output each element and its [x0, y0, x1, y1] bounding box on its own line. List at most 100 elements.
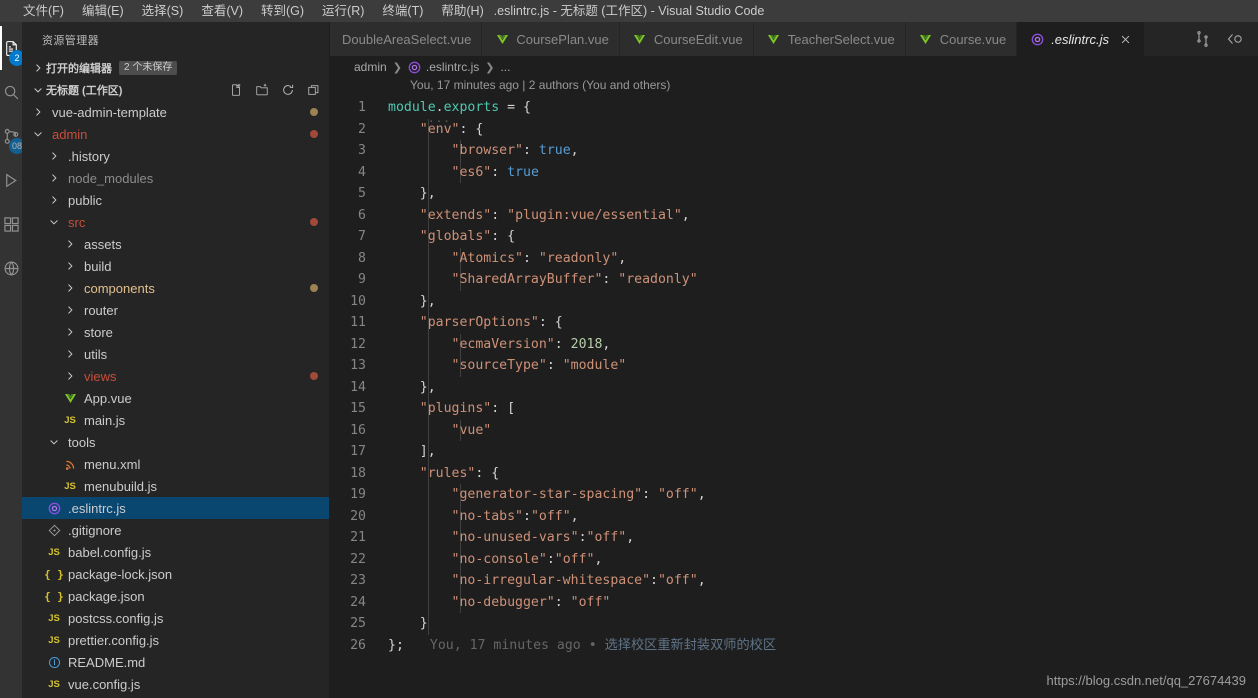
code-lens[interactable]: You, 17 minutes ago | 2 authors (You and…	[330, 78, 1258, 97]
code-line[interactable]: 24 "no-debugger": "off"	[330, 592, 1258, 614]
workspace-section[interactable]: 无标题 (工作区)	[22, 79, 330, 101]
chevron-right-icon[interactable]	[46, 170, 62, 186]
chevron-down-icon[interactable]	[30, 126, 46, 142]
tree-file-row[interactable]: .gitignore	[22, 519, 330, 541]
chevron-down-icon[interactable]	[46, 214, 62, 230]
chevron-right-icon[interactable]	[62, 324, 78, 340]
tree-folder-row[interactable]: src	[22, 211, 330, 233]
tree-file-row[interactable]: README.md	[22, 651, 330, 673]
editor-tab[interactable]: CoursePlan.vue	[482, 22, 620, 56]
new-folder-icon[interactable]	[254, 82, 270, 98]
tree-folder-row[interactable]: build	[22, 255, 330, 277]
menu-item-5[interactable]: 运行(R)	[313, 0, 373, 22]
activity-source-control[interactable]: 08	[0, 114, 22, 158]
code-line[interactable]: 18 "rules": {	[330, 463, 1258, 485]
tree-file-row[interactable]: JS prettier.config.js	[22, 629, 330, 651]
editor-tab[interactable]: CourseEdit.vue	[619, 22, 754, 56]
breadcrumb-item-symbol[interactable]: ...	[500, 60, 510, 74]
open-editors-section[interactable]: 打开的编辑器 2 个未保存	[22, 57, 330, 79]
code-line[interactable]: 23 "no-irregular-whitespace":"off",	[330, 570, 1258, 592]
chevron-right-icon[interactable]	[62, 368, 78, 384]
chevron-right-icon[interactable]	[46, 148, 62, 164]
file-tree[interactable]: vue-admin-template admin .history node_modu…	[22, 101, 330, 698]
activity-run-debug[interactable]	[0, 158, 22, 202]
code-line[interactable]: 8 "Atomics": "readonly",	[330, 248, 1258, 270]
close-icon[interactable]	[1118, 31, 1134, 47]
menu-item-4[interactable]: 转到(G)	[252, 0, 313, 22]
code-line[interactable]: 20 "no-tabs":"off",	[330, 506, 1258, 528]
activity-remote-explorer[interactable]	[0, 246, 22, 290]
activity-search[interactable]	[0, 70, 22, 114]
code-line[interactable]: 2 "env": {	[330, 119, 1258, 141]
tree-folder-row[interactable]: tools	[22, 431, 330, 453]
code-editor[interactable]: 1 module.exports = {2 "env": {3 "browser"…	[330, 97, 1258, 698]
code-line[interactable]: 15 "plugins": [	[330, 398, 1258, 420]
open-changes-icon[interactable]	[1226, 30, 1244, 48]
code-line[interactable]: 11 "parserOptions": {	[330, 312, 1258, 334]
activity-extensions[interactable]	[0, 202, 22, 246]
new-file-icon[interactable]	[228, 82, 244, 98]
breadcrumb-item-admin[interactable]: admin	[354, 60, 387, 74]
tree-file-row[interactable]: JS babel.config.js	[22, 541, 330, 563]
code-line[interactable]: 5 },	[330, 183, 1258, 205]
tree-folder-row[interactable]: router	[22, 299, 330, 321]
tree-file-row[interactable]: JS postcss.config.js	[22, 607, 330, 629]
tree-file-row[interactable]: JS vue.config.js	[22, 673, 330, 695]
code-line[interactable]: 26}; You, 17 minutes ago • 选择校区重新封装双师的校区	[330, 635, 1258, 657]
tree-folder-row[interactable]: utils	[22, 343, 330, 365]
tree-folder-row[interactable]: assets	[22, 233, 330, 255]
code-line[interactable]: 4 "es6": true	[330, 162, 1258, 184]
tree-file-row[interactable]: JS menubuild.js	[22, 475, 330, 497]
refresh-icon[interactable]	[280, 82, 296, 98]
activity-explorer[interactable]: 2	[0, 26, 22, 70]
tree-folder-row[interactable]: vue-admin-template	[22, 101, 330, 123]
code-line[interactable]: 7 "globals": {	[330, 226, 1258, 248]
code-line[interactable]: 6 "extends": "plugin:vue/essential",	[330, 205, 1258, 227]
code-line[interactable]: 3 "browser": true,	[330, 140, 1258, 162]
collapse-all-icon[interactable]	[306, 82, 322, 98]
code-line[interactable]: 22 "no-console":"off",	[330, 549, 1258, 571]
menu-item-2[interactable]: 选择(S)	[133, 0, 193, 22]
chevron-right-icon[interactable]	[46, 192, 62, 208]
code-line[interactable]: 9 "SharedArrayBuffer": "readonly"	[330, 269, 1258, 291]
code-line[interactable]: 16 "vue"	[330, 420, 1258, 442]
tree-folder-row[interactable]: views	[22, 365, 330, 387]
tree-folder-row[interactable]: store	[22, 321, 330, 343]
menu-item-3[interactable]: 查看(V)	[192, 0, 252, 22]
menu-item-6[interactable]: 终端(T)	[373, 0, 432, 22]
editor-tab[interactable]: DoubleAreaSelect.vue	[330, 22, 483, 56]
tree-file-row[interactable]: menu.xml	[22, 453, 330, 475]
chevron-right-icon[interactable]	[62, 302, 78, 318]
tree-file-row[interactable]: { } package.json	[22, 585, 330, 607]
tree-file-row[interactable]: .eslintrc.js	[22, 497, 330, 519]
tree-folder-row[interactable]: admin	[22, 123, 330, 145]
tree-file-row[interactable]: JS main.js	[22, 409, 330, 431]
menu-item-7[interactable]: 帮助(H)	[432, 0, 492, 22]
menu-item-1[interactable]: 编辑(E)	[73, 0, 133, 22]
chevron-right-icon[interactable]	[62, 258, 78, 274]
tree-folder-row[interactable]: .history	[22, 145, 330, 167]
tree-folder-row[interactable]: node_modules	[22, 167, 330, 189]
tree-file-row[interactable]: { } package-lock.json	[22, 563, 330, 585]
breadcrumb-item-file[interactable]: .eslintrc.js	[426, 60, 479, 74]
editor-tab[interactable]: TeacherSelect.vue	[753, 22, 906, 56]
editor-tab[interactable]: Course.vue	[905, 22, 1018, 56]
code-line[interactable]: 19 "generator-star-spacing": "off",	[330, 484, 1258, 506]
code-line[interactable]: 13 "sourceType": "module"	[330, 355, 1258, 377]
chevron-down-icon[interactable]	[46, 434, 62, 450]
breadcrumb[interactable]: admin ❯ .eslintrc.js ❯ ...	[330, 56, 1258, 78]
code-line[interactable]: 10 },	[330, 291, 1258, 313]
editor-tab[interactable]: .eslintrc.js	[1017, 22, 1145, 56]
code-line[interactable]: 1 module.exports = {	[330, 97, 1258, 119]
code-line[interactable]: 25 }	[330, 613, 1258, 635]
chevron-right-icon[interactable]	[62, 236, 78, 252]
code-line[interactable]: 21 "no-unused-vars":"off",	[330, 527, 1258, 549]
code-line[interactable]: 14 },	[330, 377, 1258, 399]
code-line[interactable]: 17 ],	[330, 441, 1258, 463]
menu-item-0[interactable]: 文件(F)	[14, 0, 73, 22]
code-line[interactable]: 12 "ecmaVersion": 2018,	[330, 334, 1258, 356]
tree-folder-row[interactable]: components	[22, 277, 330, 299]
tree-folder-row[interactable]: public	[22, 189, 330, 211]
chevron-right-icon[interactable]	[62, 280, 78, 296]
chevron-right-icon[interactable]	[30, 104, 46, 120]
